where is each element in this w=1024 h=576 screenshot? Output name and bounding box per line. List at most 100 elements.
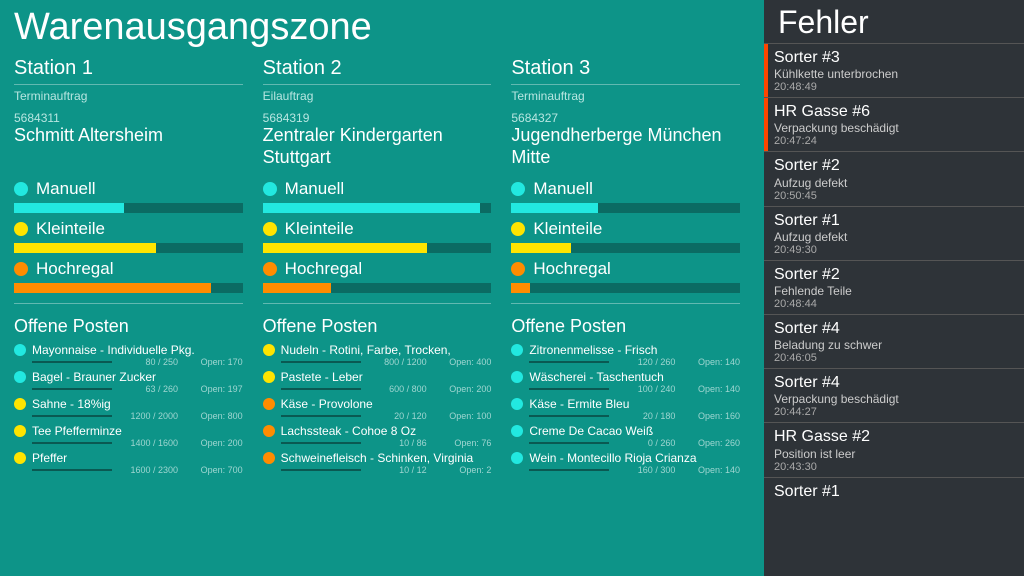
item-count: 1200 / 2000 (118, 411, 178, 421)
item-dot-icon (511, 452, 523, 464)
error-title: HR Gasse #6 (774, 102, 1016, 121)
error-item[interactable]: Sorter #4 Beladung zu schwer 20:46:05 (764, 314, 1024, 368)
open-items-title: Offene Posten (14, 316, 243, 337)
item-progress (32, 469, 112, 471)
category-dot-icon (263, 262, 277, 276)
item-count: 600 / 800 (367, 384, 427, 394)
item-count: 63 / 260 (118, 384, 178, 394)
item-dot-icon (511, 425, 523, 437)
open-item[interactable]: Mayonnaise - Individuelle Pkg. 80 / 250 … (14, 343, 243, 367)
category-progress (511, 243, 740, 253)
error-item[interactable]: Sorter #2 Aufzug defekt 20:50:45 (764, 151, 1024, 205)
open-item[interactable]: Pastete - Leber 600 / 800 Open: 200 (263, 370, 492, 394)
item-dot-icon (511, 344, 523, 356)
category-label: Manuell (533, 179, 593, 199)
item-progress (32, 442, 112, 444)
item-progress (281, 388, 361, 390)
category-dot-icon (14, 262, 28, 276)
error-message: Beladung zu schwer (774, 338, 1016, 352)
station-column: Station 1 Terminauftrag 5684311 Schmitt … (14, 53, 253, 576)
item-open: Open: 200 (201, 438, 243, 448)
error-item[interactable]: Sorter #3 Kühlkette unterbrochen 20:48:4… (764, 43, 1024, 97)
item-dot-icon (14, 452, 26, 464)
category-progress (14, 283, 243, 293)
error-time: 20:48:49 (774, 81, 1016, 93)
item-open: Open: 197 (201, 384, 243, 394)
category-row: Kleinteile (263, 219, 492, 239)
category-dot-icon (14, 182, 28, 196)
item-dot-icon (263, 452, 275, 464)
item-open: Open: 140 (698, 384, 740, 394)
page-title: Warenausgangszone (14, 6, 750, 49)
open-item[interactable]: Wein - Montecillo Rioja Crianza 160 / 30… (511, 451, 740, 475)
item-open: Open: 2 (459, 465, 491, 475)
item-name: Wein - Montecillo Rioja Crianza (529, 451, 740, 465)
open-item[interactable]: Pfeffer 1600 / 2300 Open: 700 (14, 451, 243, 475)
open-item[interactable]: Käse - Provolone 20 / 120 Open: 100 (263, 397, 492, 421)
item-dot-icon (14, 425, 26, 437)
open-item[interactable]: Tee Pfefferminze 1400 / 1600 Open: 200 (14, 424, 243, 448)
errors-title: Fehler (764, 4, 1024, 43)
category-progress (263, 203, 492, 213)
open-item[interactable]: Schweinefleisch - Schinken, Virginia 10 … (263, 451, 492, 475)
item-count: 10 / 86 (367, 438, 427, 448)
error-message: Verpackung beschädigt (774, 121, 1016, 135)
category-label: Kleinteile (285, 219, 354, 239)
item-name: Creme De Cacao Weiß (529, 424, 740, 438)
open-item[interactable]: Sahne - 18%ig 1200 / 2000 Open: 800 (14, 397, 243, 421)
item-open: Open: 400 (449, 357, 491, 367)
error-item[interactable]: HR Gasse #2 Position ist leer 20:43:30 (764, 422, 1024, 476)
error-item[interactable]: Sorter #1 Aufzug defekt 20:49:30 (764, 206, 1024, 260)
item-progress (529, 442, 609, 444)
category-row: Manuell (511, 179, 740, 199)
error-message: Position ist leer (774, 447, 1016, 461)
error-item[interactable]: HR Gasse #6 Verpackung beschädigt 20:47:… (764, 97, 1024, 151)
item-open: Open: 100 (449, 411, 491, 421)
category-dot-icon (511, 222, 525, 236)
main-panel: Warenausgangszone Station 1 Terminauftra… (0, 0, 764, 576)
error-item[interactable]: Sorter #1 (764, 477, 1024, 505)
category-progress (511, 203, 740, 213)
item-progress (281, 415, 361, 417)
order-number: 5684311 (14, 111, 243, 125)
error-title: Sorter #4 (774, 319, 1016, 338)
error-message: Fehlende Teile (774, 284, 1016, 298)
open-item[interactable]: Nudeln - Rotini, Farbe, Trocken, 800 / 1… (263, 343, 492, 367)
open-item[interactable]: Zitronenmelisse - Frisch 120 / 260 Open:… (511, 343, 740, 367)
open-item[interactable]: Creme De Cacao Weiß 0 / 260 Open: 260 (511, 424, 740, 448)
error-item[interactable]: Sorter #4 Verpackung beschädigt 20:44:27 (764, 368, 1024, 422)
item-name: Tee Pfefferminze (32, 424, 243, 438)
category-dot-icon (14, 222, 28, 236)
item-name: Bagel - Brauner Zucker (32, 370, 243, 384)
item-dot-icon (14, 344, 26, 356)
separator (263, 303, 492, 304)
category-row: Manuell (263, 179, 492, 199)
open-item[interactable]: Bagel - Brauner Zucker 63 / 260 Open: 19… (14, 370, 243, 394)
item-name: Lachssteak - Cohoe 8 Oz (281, 424, 492, 438)
item-dot-icon (263, 344, 275, 356)
item-name: Mayonnaise - Individuelle Pkg. (32, 343, 243, 357)
category-row: Hochregal (14, 259, 243, 279)
item-name: Käse - Ermite Bleu (529, 397, 740, 411)
open-item[interactable]: Käse - Ermite Bleu 20 / 180 Open: 160 (511, 397, 740, 421)
open-item[interactable]: Lachssteak - Cohoe 8 Oz 10 / 86 Open: 76 (263, 424, 492, 448)
item-open: Open: 260 (698, 438, 740, 448)
error-time: 20:43:30 (774, 461, 1016, 473)
order-type: Terminauftrag (511, 89, 740, 103)
order-number: 5684327 (511, 111, 740, 125)
item-dot-icon (511, 398, 523, 410)
item-progress (32, 388, 112, 390)
open-item[interactable]: Wäscherei - Taschentuch 100 / 240 Open: … (511, 370, 740, 394)
item-name: Zitronenmelisse - Frisch (529, 343, 740, 357)
item-progress (32, 361, 112, 363)
error-item[interactable]: Sorter #2 Fehlende Teile 20:48:44 (764, 260, 1024, 314)
category-row: Kleinteile (511, 219, 740, 239)
error-title: Sorter #4 (774, 373, 1016, 392)
item-count: 0 / 260 (615, 438, 675, 448)
separator (263, 84, 492, 85)
item-count: 160 / 300 (615, 465, 675, 475)
item-progress (529, 415, 609, 417)
station-title: Station 2 (263, 57, 492, 80)
errors-list: Sorter #3 Kühlkette unterbrochen 20:48:4… (764, 43, 1024, 505)
category-progress (14, 203, 243, 213)
